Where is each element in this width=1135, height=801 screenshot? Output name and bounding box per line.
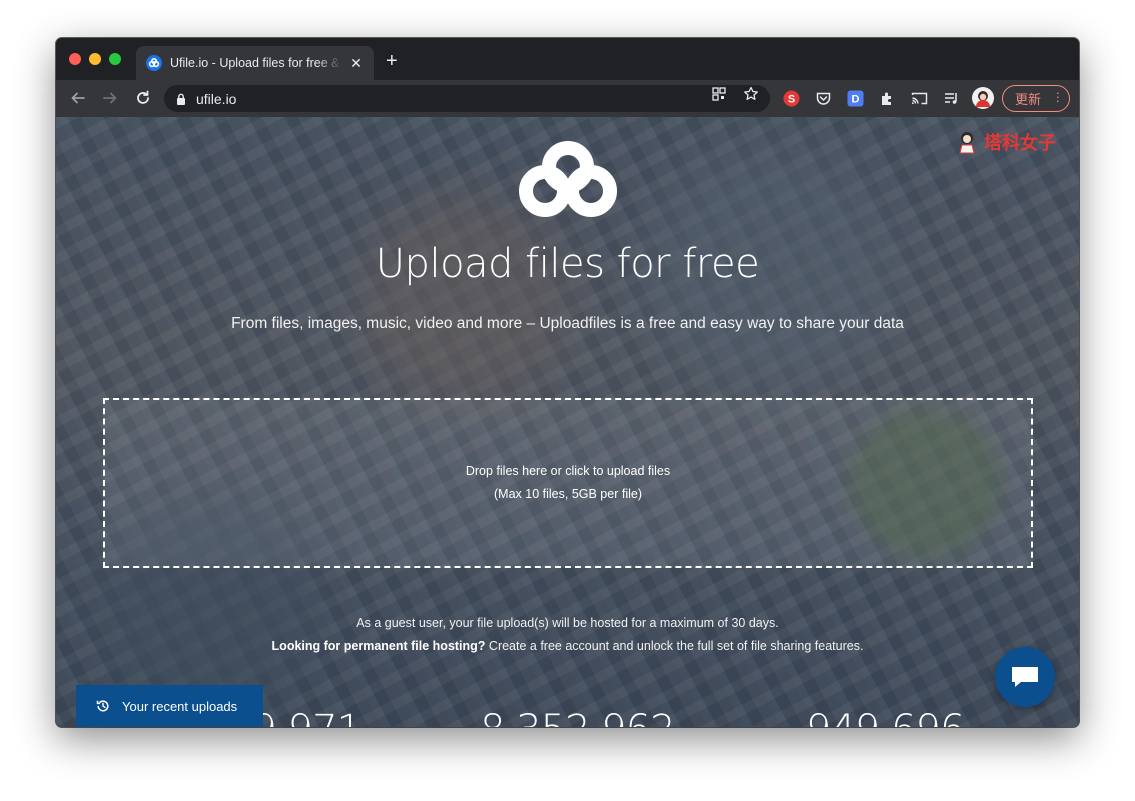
reload-button[interactable] (133, 88, 153, 108)
profile-avatar[interactable] (972, 87, 994, 109)
address-bar[interactable]: ufile.io (164, 85, 770, 112)
update-label: 更新 (1015, 92, 1042, 107)
puzzle-icon[interactable] (879, 90, 896, 107)
dropzone-limits: (Max 10 files, 5GB per file) (494, 487, 642, 501)
stat-counter-3: 949,696 (806, 707, 965, 727)
tab-strip: Ufile.io - Upload files for free & share… (56, 38, 1079, 80)
permanent-hosting-rest: Create a free account and unlock the ful… (485, 639, 864, 653)
guest-retention-text: As a guest user, your file upload(s) wil… (356, 616, 779, 630)
watermark-mascot-icon (959, 132, 975, 154)
recent-uploads-button[interactable]: Your recent uploads (76, 685, 263, 727)
upload-dropzone[interactable]: Drop files here or click to upload files… (103, 398, 1033, 568)
stat-counter-2: 8,352,962 (480, 707, 676, 727)
new-tab-button[interactable]: + (386, 51, 398, 71)
minimize-window-button[interactable] (89, 53, 101, 65)
forward-arrow-icon (103, 92, 117, 104)
permanent-hosting-cta: Looking for permanent file hosting? Crea… (56, 635, 1079, 658)
browser-toolbar: ufile.io S D 更新 · · · (56, 80, 1079, 117)
update-button[interactable]: 更新 · · · (1002, 85, 1070, 112)
fullscreen-window-button[interactable] (109, 53, 121, 65)
tab-ufile[interactable]: Ufile.io - Upload files for free & share… (136, 46, 374, 80)
dropzone-instruction: Drop files here or click to upload files (465, 464, 671, 478)
svg-text:S: S (788, 94, 795, 106)
more-menu-icon[interactable]: · · · (1056, 86, 1060, 107)
bookmark-star-icon[interactable] (743, 86, 759, 102)
svg-text:D: D (852, 94, 860, 106)
history-icon (96, 699, 110, 713)
close-window-button[interactable] (69, 53, 81, 65)
lock-icon (177, 93, 185, 105)
ufile-logo-icon (519, 141, 617, 217)
media-icon[interactable] (943, 90, 960, 107)
recent-uploads-label: Your recent uploads (122, 698, 238, 714)
chat-bubble-icon (1012, 667, 1038, 687)
page-subtitle: From files, images, music, video and mor… (231, 315, 904, 332)
forward-button[interactable] (100, 88, 120, 108)
qr-code-icon[interactable] (711, 86, 727, 102)
page-title: Upload files for free (375, 241, 760, 287)
watermark-text: 塔科女子 (984, 133, 1056, 154)
watermark: 塔科女子 (956, 129, 1056, 155)
page-content: 塔科女子 Upload files for free From files, i… (56, 117, 1079, 727)
d-extension-icon[interactable]: D (847, 90, 864, 107)
ufile-favicon-icon (146, 55, 162, 71)
reload-icon (137, 90, 149, 104)
back-button[interactable] (68, 88, 88, 108)
s-extension-icon[interactable]: S (783, 90, 800, 107)
permanent-hosting-question: Looking for permanent file hosting? (271, 639, 486, 653)
tab-title: Ufile.io - Upload files for free & share (170, 56, 342, 70)
pocket-icon[interactable] (815, 90, 832, 107)
browser-window: Ufile.io - Upload files for free & share… (56, 38, 1079, 727)
guest-note: As a guest user, your file upload(s) wil… (56, 612, 1079, 658)
cast-icon[interactable] (911, 90, 928, 107)
url-text: ufile.io (196, 90, 237, 107)
tab-close-icon[interactable]: ✕ (348, 55, 364, 72)
back-arrow-icon (71, 92, 85, 104)
chat-button[interactable] (995, 647, 1055, 707)
